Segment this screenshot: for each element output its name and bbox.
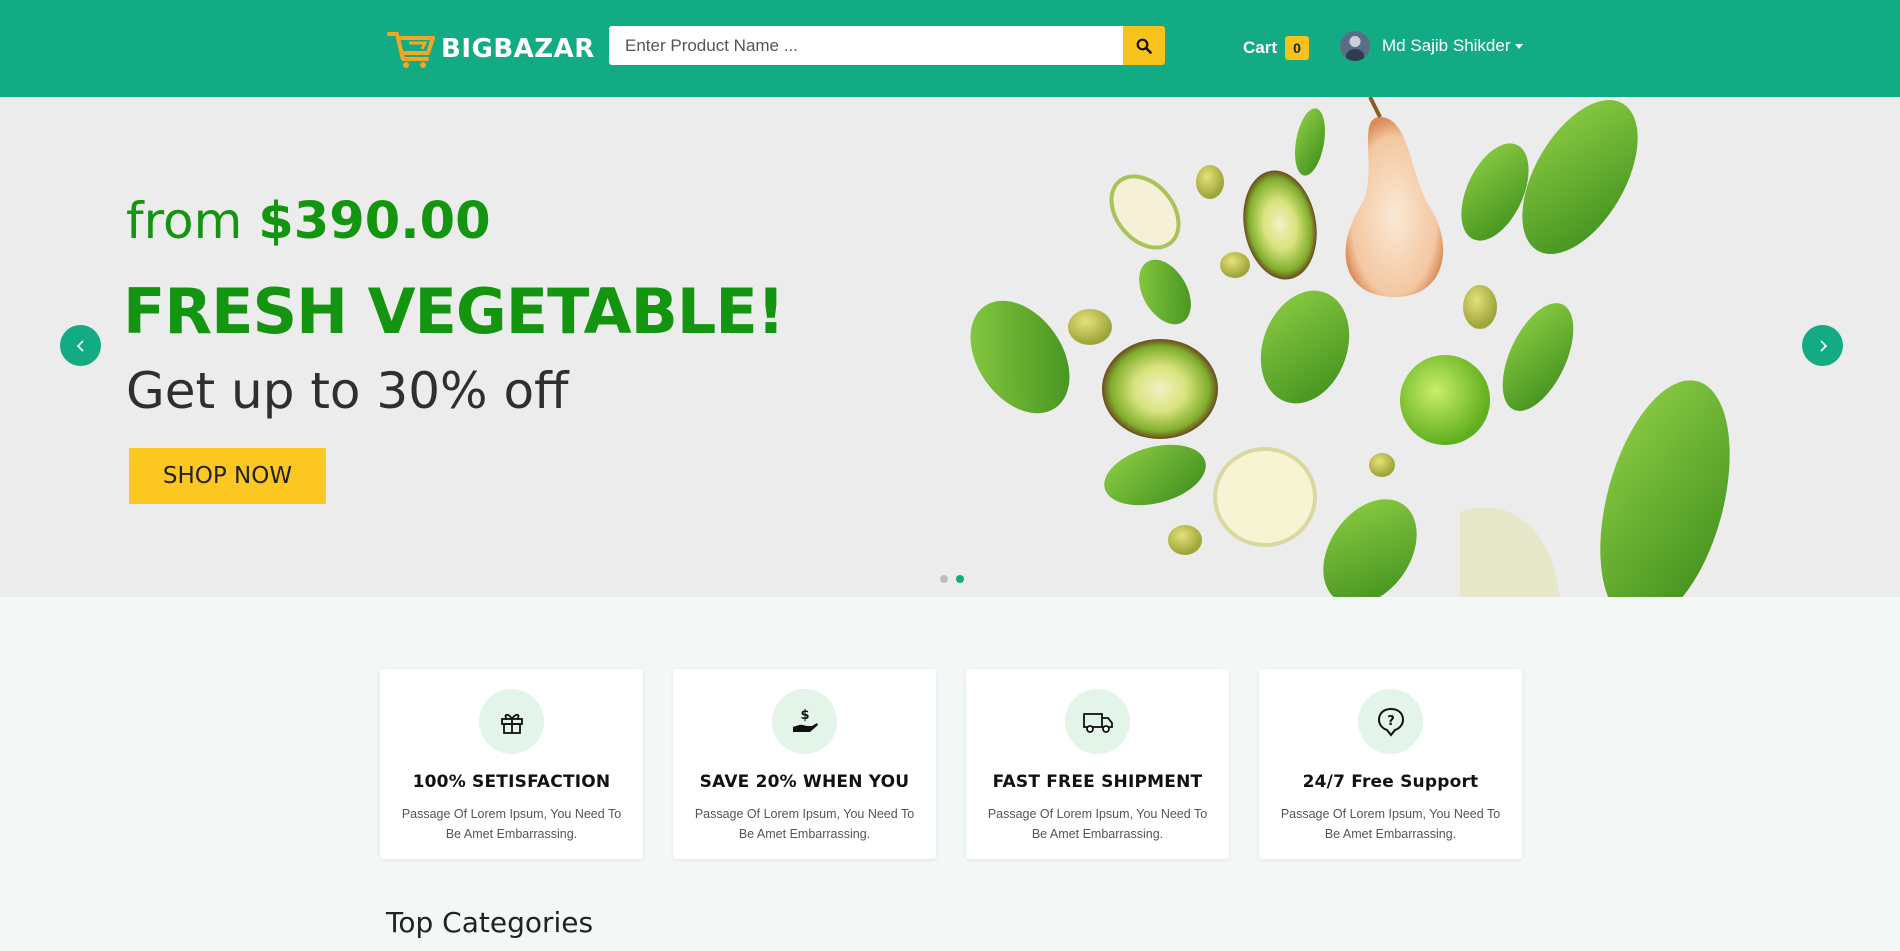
user-name: Md Sajib Shikder (1382, 36, 1511, 55)
shop-now-button[interactable]: SHOP NOW (129, 448, 326, 504)
caret-down-icon (1514, 44, 1523, 50)
slider-dot-1[interactable] (940, 575, 948, 583)
money-hand-icon: $ (792, 708, 818, 732)
search-bar (609, 26, 1165, 65)
hero-subtitle: Get up to 30% off (126, 362, 569, 420)
search-icon (1136, 38, 1152, 54)
feature-title: 100% SETISFACTION (412, 772, 611, 792)
user-menu[interactable]: Md Sajib Shikder (1340, 31, 1523, 61)
cart-label: Cart (1243, 38, 1278, 57)
hero-slider: from $390.00 FRESH VEGETABLE! Get up to … (0, 97, 1900, 597)
slider-dots (940, 575, 964, 583)
hero-price-line: from $390.00 (126, 192, 491, 251)
svg-text:$: $ (800, 708, 809, 723)
slider-prev-button[interactable] (60, 325, 101, 366)
feature-icon-wrap: $ (772, 689, 837, 754)
feature-text: Passage Of Lorem Ipsum, You Need To Be A… (401, 807, 622, 841)
support-icon: ? (1377, 707, 1404, 737)
feature-icon-wrap (479, 689, 544, 754)
avatar (1340, 31, 1370, 61)
feature-card: ? 24/7 Free Support Passage Of Lorem Ips… (1259, 669, 1522, 859)
feature-icon-wrap (1065, 689, 1130, 754)
site-header: BIGBAZAR Cart 0 Md Sajib Shikder (0, 0, 1900, 97)
hero-price: $390.00 (258, 192, 491, 251)
chevron-right-icon (1819, 339, 1827, 352)
feature-title: FAST FREE SHIPMENT (992, 772, 1203, 792)
feature-text: Passage Of Lorem Ipsum, You Need To Be A… (1280, 807, 1501, 841)
search-button[interactable] (1123, 26, 1165, 65)
search-input[interactable] (609, 26, 1123, 65)
vegetables-image (970, 97, 1730, 597)
cart-count-badge: 0 (1285, 36, 1310, 60)
gift-icon (500, 713, 523, 734)
hero-from-label: from (126, 192, 243, 250)
slider-next-button[interactable] (1802, 325, 1843, 366)
cart-logo-icon (387, 32, 435, 68)
feature-title: 24/7 Free Support (1302, 772, 1479, 792)
svg-text:?: ? (1387, 714, 1395, 729)
feature-icon-wrap: ? (1358, 689, 1423, 754)
features-row: 100% SETISFACTION Passage Of Lorem Ipsum… (380, 669, 1522, 859)
brand-name: BIGBAZAR (441, 34, 595, 64)
top-categories-heading: Top Categories (386, 906, 594, 939)
brand-logo[interactable]: BIGBAZAR (387, 29, 595, 69)
cart-link[interactable]: Cart 0 (1243, 36, 1310, 60)
feature-text: Passage Of Lorem Ipsum, You Need To Be A… (987, 807, 1208, 841)
hero-title: FRESH VEGETABLE! (123, 275, 785, 348)
feature-card: FAST FREE SHIPMENT Passage Of Lorem Ipsu… (966, 669, 1229, 859)
slider-dot-2[interactable] (956, 575, 964, 583)
chevron-left-icon (76, 339, 84, 352)
feature-text: Passage Of Lorem Ipsum, You Need To Be A… (694, 807, 915, 841)
feature-title: SAVE 20% WHEN YOU (699, 772, 910, 792)
feature-card: 100% SETISFACTION Passage Of Lorem Ipsum… (380, 669, 643, 859)
feature-card: $ SAVE 20% WHEN YOU Passage Of Lorem Ips… (673, 669, 936, 859)
truck-icon (1082, 712, 1113, 733)
